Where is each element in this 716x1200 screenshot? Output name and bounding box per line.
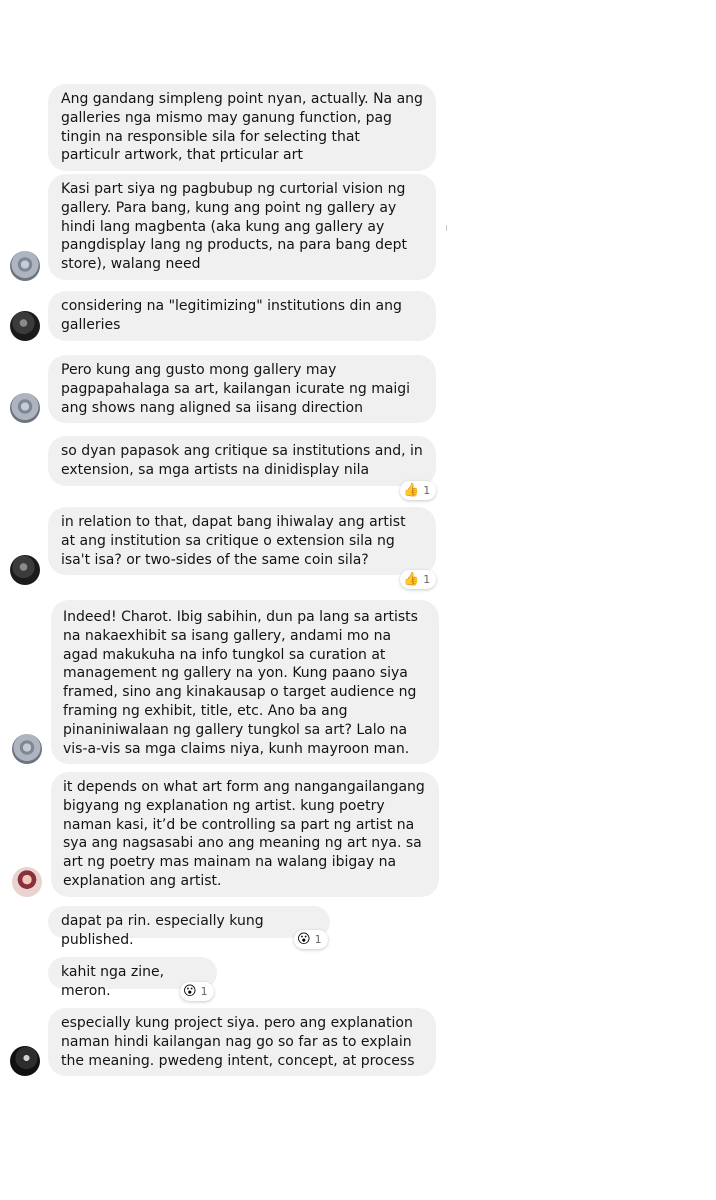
reaction-count: 1 — [314, 933, 322, 946]
reaction-badge[interactable]: 😮 1 — [180, 982, 214, 1001]
divider — [446, 225, 447, 231]
user-avatar-icon[interactable] — [10, 555, 40, 585]
reaction-badge[interactable]: 😮 1 — [294, 930, 328, 949]
message-bubble[interactable]: Pero kung ang gusto mong gallery may pag… — [48, 355, 436, 423]
surprised-face-icon: 😮 — [183, 984, 197, 999]
message-bubble[interactable]: considering na "legitimizing" institutio… — [48, 291, 436, 341]
reaction-count: 1 — [200, 985, 208, 998]
message-bubble[interactable]: it depends on what art form ang nanganga… — [51, 772, 439, 897]
reaction-badge[interactable]: 👍 1 — [400, 481, 437, 500]
reaction-count: 1 — [423, 573, 431, 586]
user-avatar-icon[interactable] — [10, 1046, 40, 1076]
message-bubble[interactable]: Ang gandang simpleng point nyan, actuall… — [48, 84, 436, 171]
message-bubble[interactable]: dapat pa rin. especially kung published. — [48, 906, 330, 948]
surprised-face-icon: 😮 — [297, 932, 311, 947]
user-avatar-icon[interactable] — [12, 867, 42, 897]
message-bubble[interactable]: Indeed! Charot. Ibig sabihin, dun pa lan… — [51, 600, 439, 764]
message-bubble[interactable]: so dyan papasok ang critique sa institut… — [48, 436, 436, 486]
thumbs-up-icon: 👍 — [403, 572, 420, 587]
user-avatar-icon[interactable] — [10, 251, 40, 281]
reaction-badge[interactable]: 👍 1 — [400, 570, 437, 589]
message-bubble[interactable]: in relation to that, dapat bang ihiwalay… — [48, 507, 436, 575]
user-avatar-icon[interactable] — [12, 734, 42, 764]
thumbs-up-icon: 👍 — [403, 483, 420, 498]
message-bubble[interactable]: Kasi part siya ng pagbubup ng curtorial … — [48, 174, 436, 280]
message-bubble[interactable]: especially kung project siya. pero ang e… — [48, 1008, 436, 1076]
reaction-count: 1 — [423, 484, 431, 497]
user-avatar-icon[interactable] — [10, 311, 40, 341]
user-avatar-icon[interactable] — [10, 393, 40, 423]
